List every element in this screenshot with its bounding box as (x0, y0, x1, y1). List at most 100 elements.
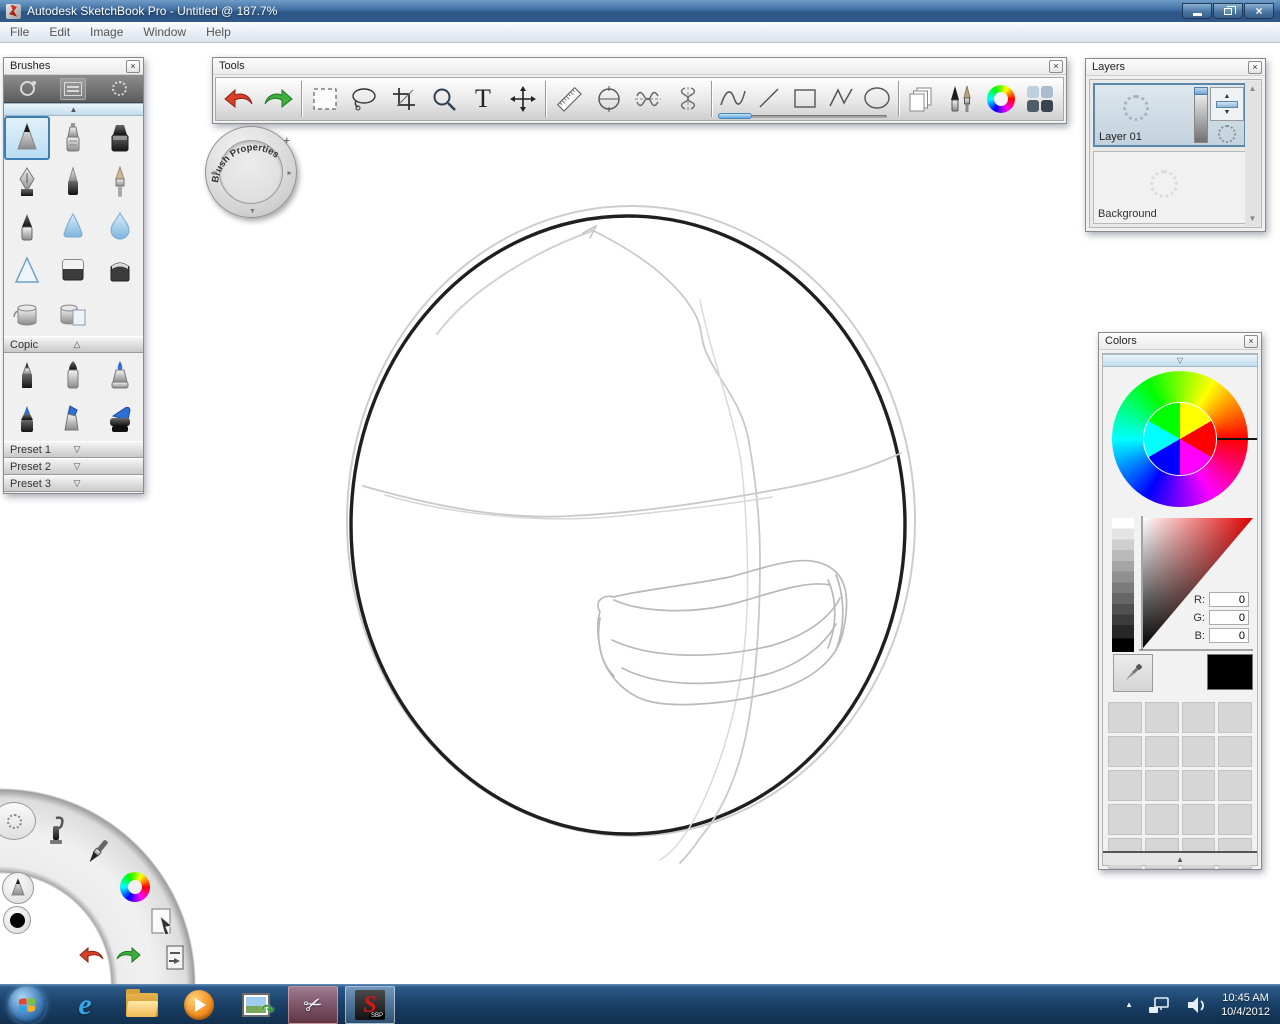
preset-3-header[interactable]: Preset 3 ▽ (4, 475, 143, 492)
lagoon-exit-button[interactable] (164, 944, 188, 972)
preset-1-header[interactable]: Preset 1 ▽ (4, 441, 143, 458)
color-wheel-pie[interactable] (1143, 402, 1217, 476)
current-brush-preview[interactable] (2, 872, 34, 904)
brush-eraser-soft[interactable] (97, 248, 143, 292)
layer-row-layer01[interactable]: Layer 01 ▲ ▼ (1093, 83, 1246, 147)
close-button[interactable]: × (1244, 3, 1274, 19)
swatch-cell[interactable] (1181, 702, 1216, 733)
zoom-button[interactable] (424, 79, 464, 119)
copic-brush-blue[interactable] (97, 353, 143, 397)
draw-polyline-button[interactable] (823, 78, 859, 118)
swatch-cell[interactable] (1144, 702, 1179, 733)
brush-broad-marker[interactable] (97, 116, 143, 160)
crop-button[interactable] (384, 79, 424, 119)
lagoon-undo-button[interactable] (78, 944, 108, 966)
swatch-cell[interactable] (1218, 702, 1252, 733)
layer01-thumbnail[interactable]: Layer 01 (1095, 85, 1194, 145)
brush-ballpoint[interactable] (50, 160, 96, 204)
swatch-cell[interactable] (1108, 770, 1142, 801)
brushes-close-icon[interactable]: × (126, 59, 140, 73)
symmetry-vertical-button[interactable] (668, 79, 708, 119)
layers-close-icon[interactable]: × (1248, 60, 1262, 74)
brush-flood-fill-layer[interactable] (50, 292, 96, 336)
layer-reorder-control[interactable]: ▲ ▼ (1210, 87, 1244, 121)
swatch-cell[interactable] (1218, 736, 1252, 767)
draw-line-button[interactable] (751, 78, 787, 118)
lagoon-redo-button[interactable] (112, 944, 142, 966)
swatch-cell[interactable] (1108, 804, 1142, 835)
brushes-panel-titlebar[interactable]: Brushes × (4, 58, 143, 75)
current-color-swatch[interactable] (1207, 654, 1253, 690)
stroke-size-slider[interactable] (717, 113, 887, 119)
brush-felt-marker[interactable] (4, 204, 50, 248)
layer-marker-icon[interactable] (1218, 125, 1236, 143)
opacity-slider-handle[interactable] (1194, 87, 1208, 95)
brush-chisel-pen[interactable] (4, 160, 50, 204)
brush-properties-icon[interactable] (60, 77, 87, 100)
taskbar-sketchbook-pro[interactable]: S SBP (345, 985, 395, 1024)
layer-pages-button[interactable] (902, 79, 942, 119)
menu-window[interactable]: Window (133, 23, 196, 41)
lagoon-select-button[interactable] (148, 906, 178, 938)
taskbar-snipping-tool[interactable]: ✂ (288, 985, 338, 1024)
preset-2-header[interactable]: Preset 2 ▽ (4, 458, 143, 475)
swatch-cell[interactable] (1144, 804, 1179, 835)
draw-freehand-button[interactable] (715, 78, 751, 118)
g-input[interactable] (1209, 610, 1249, 625)
brush-editor-button[interactable] (941, 79, 981, 119)
eyedropper-button[interactable] (1113, 654, 1153, 692)
brush-airbrush[interactable] (50, 116, 96, 160)
brush-paintbrush[interactable] (97, 160, 143, 204)
move-button[interactable] (503, 79, 543, 119)
copic-chisel[interactable] (50, 397, 96, 441)
tools-panel-titlebar[interactable]: Tools × (213, 58, 1066, 75)
speaker-icon[interactable] (1185, 994, 1207, 1016)
restore-button[interactable] (1213, 3, 1243, 19)
copic-section-header[interactable]: Copic △ (4, 336, 143, 353)
layer-row-background[interactable]: Background (1093, 151, 1246, 224)
brush-triangle[interactable] (4, 248, 50, 292)
menu-image[interactable]: Image (80, 23, 133, 41)
rectangle-select-button[interactable] (305, 79, 345, 119)
copic-bullet[interactable] (50, 353, 96, 397)
colors-collapse-strip[interactable]: ▽ (1103, 354, 1257, 367)
undo-button[interactable] (219, 79, 259, 119)
tools-close-icon[interactable]: × (1049, 59, 1063, 73)
title-bar[interactable]: Autodesk SketchBook Pro - Untitled @ 187… (0, 0, 1280, 22)
swatches-button[interactable] (1020, 79, 1060, 119)
menu-edit[interactable]: Edit (39, 23, 80, 41)
colors-footer-collapse[interactable]: ▲ (1103, 851, 1257, 865)
luminance-bar[interactable] (1112, 518, 1134, 652)
swatch-cell[interactable] (1108, 702, 1142, 733)
copic-fine[interactable] (4, 353, 50, 397)
brush-watercolor[interactable] (97, 204, 143, 248)
colors-close-icon[interactable]: × (1244, 334, 1258, 348)
swatch-cell[interactable] (1181, 736, 1216, 767)
stroke-preview-icon[interactable] (14, 78, 40, 100)
lagoon-texture-button[interactable] (0, 802, 36, 840)
swatch-cell[interactable] (1181, 770, 1216, 801)
lagoon-tools-button[interactable] (42, 814, 70, 848)
taskbar-image-capture[interactable]: ↷ (231, 986, 281, 1024)
lagoon-brush-button[interactable] (82, 836, 114, 868)
show-hidden-icons-button[interactable]: ▲ (1125, 1000, 1133, 1009)
b-input[interactable] (1209, 628, 1249, 643)
menu-help[interactable]: Help (196, 23, 241, 41)
brush-flood-fill[interactable] (4, 292, 50, 336)
ellipse-guide-button[interactable] (589, 79, 629, 119)
swatch-cell[interactable] (1108, 736, 1142, 767)
taskbar-internet-explorer[interactable]: e (60, 986, 110, 1024)
brush-properties-puck[interactable]: Brush Properties + ◄ ► ▼ (205, 126, 297, 218)
draw-ellipse-button[interactable] (859, 78, 895, 118)
draw-rectangle-button[interactable] (787, 78, 823, 118)
brush-pencil[interactable] (4, 116, 51, 160)
symmetry-horizontal-button[interactable] (629, 79, 669, 119)
swatch-cell[interactable] (1218, 770, 1252, 801)
copic-wide[interactable] (97, 397, 143, 441)
ruler-button[interactable] (549, 79, 589, 119)
copic-dark[interactable] (4, 397, 50, 441)
colors-panel-titlebar[interactable]: Colors × (1099, 333, 1261, 350)
swatch-cell[interactable] (1144, 736, 1179, 767)
brushes-collapse-strip[interactable]: ▲ (4, 103, 143, 116)
current-color-preview[interactable] (3, 906, 31, 934)
